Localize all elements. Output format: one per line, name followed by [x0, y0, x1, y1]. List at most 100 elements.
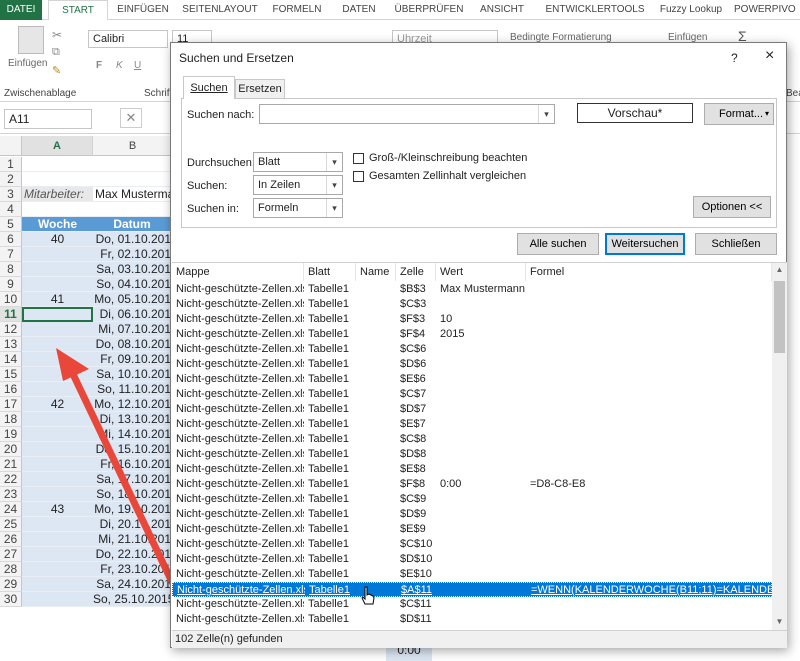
result-cell: $B$3 — [400, 283, 426, 295]
result-book: Nicht-geschützte-Zellen.xlsx — [176, 373, 304, 385]
scroll-up-icon[interactable]: ▲ — [772, 265, 787, 274]
result-cell: $D$10 — [400, 553, 433, 565]
result-sheet: Tabelle1 — [308, 418, 349, 430]
tab-replace[interactable]: Ersetzen — [235, 79, 285, 99]
result-cell: $C$7 — [400, 388, 427, 400]
result-row[interactable]: Nicht-geschützte-Zellen.xlsx Tabelle1 $F$8… — [172, 477, 772, 492]
result-cell: $C$6 — [400, 343, 427, 355]
tab-find[interactable]: Suchen — [183, 76, 235, 99]
results-scrollbar[interactable]: ▲ ▼ — [772, 263, 787, 630]
dialog-title: Suchen und Ersetzen — [179, 51, 294, 65]
result-cell: $C$11 — [400, 598, 432, 610]
result-sheet: Tabelle1 — [308, 373, 349, 385]
result-row[interactable]: Nicht-geschützte-Zellen.xlsx Tabelle1 $D$9 — [172, 507, 772, 522]
result-sheet: Tabelle1 — [308, 463, 349, 475]
result-sheet: Tabelle1 — [308, 388, 349, 400]
result-row[interactable]: Nicht-geschützte-Zellen.xlsx Tabelle1 $D$1… — [172, 612, 772, 627]
result-row[interactable]: Nicht-geschützte-Zellen.xlsx Tabelle1 $F$4… — [172, 327, 772, 342]
chevron-down-icon[interactable]: ▾ — [326, 199, 342, 217]
result-row[interactable]: Nicht-geschützte-Zellen.xlsx Tabelle1 $E$1… — [172, 567, 772, 582]
result-sheet: Tabelle1 — [308, 328, 349, 340]
options-button[interactable]: Optionen << — [693, 196, 771, 218]
result-row[interactable]: Nicht-geschützte-Zellen.xlsx Tabelle1 $C$1… — [172, 537, 772, 552]
result-value: Max Mustermann — [440, 283, 525, 295]
find-replace-dialog: Suchen und Ersetzen ? × Suchen Ersetzen … — [170, 42, 787, 648]
result-cell: $D$11 — [400, 613, 432, 625]
scroll-down-icon[interactable]: ▼ — [772, 617, 787, 626]
result-book: Nicht-geschützte-Zellen.xlsx — [176, 343, 304, 355]
within-label: Durchsuchen: — [187, 157, 255, 169]
result-book: Nicht-geschützte-Zellen.xlsx — [176, 403, 304, 415]
result-sheet: Tabelle1 — [308, 283, 349, 295]
result-value: 10 — [440, 313, 453, 325]
result-row[interactable]: Nicht-geschützte-Zellen.xlsx Tabelle1 $D$8 — [172, 447, 772, 462]
result-row[interactable]: Nicht-geschützte-Zellen.xlsx Tabelle1 $E$9 — [172, 522, 772, 537]
chevron-down-icon[interactable]: ▾ — [326, 176, 342, 194]
result-row[interactable]: Nicht-geschützte-Zellen.xlsx Tabelle1 $C$9 — [172, 492, 772, 507]
result-row[interactable]: Nicht-geschützte-Zellen.xlsx Tabelle1 $F$3… — [172, 312, 772, 327]
within-select[interactable]: Blatt ▾ — [253, 152, 343, 172]
col-header-cell[interactable]: Zelle — [396, 263, 436, 281]
result-cell: $D$7 — [400, 403, 427, 415]
result-row[interactable]: Nicht-geschützte-Zellen.xlsx Tabelle1 $D$7 — [172, 402, 772, 417]
match-entire-label: Gesamten Zellinhalt vergleichen — [369, 170, 527, 182]
help-icon[interactable]: ? — [731, 51, 738, 65]
result-book: Nicht-geschützte-Zellen.xlsx — [176, 298, 304, 310]
result-sheet: Tabelle1 — [308, 523, 349, 535]
result-row[interactable]: Nicht-geschützte-Zellen.xlsx Tabelle1 $E$6 — [172, 372, 772, 387]
format-button[interactable]: Format... ▾ — [704, 103, 774, 125]
match-case-checkbox[interactable] — [353, 153, 364, 164]
close-button[interactable]: Schließen — [695, 233, 777, 255]
result-book: Nicht-geschützte-Zellen.xlsx — [176, 418, 304, 430]
result-book: Nicht-geschützte-Zellen.xlsx — [176, 328, 304, 340]
result-row[interactable]: Nicht-geschützte-Zellen.xlsx Tabelle1 $C$6 — [172, 342, 772, 357]
result-value: 2015 — [440, 328, 465, 340]
find-next-button[interactable]: Weitersuchen — [605, 233, 685, 255]
result-book: Nicht-geschützte-Zellen.xlsx — [176, 433, 304, 445]
result-cell: $F$8 — [400, 478, 426, 490]
result-cell: $E$6 — [400, 373, 426, 385]
col-header-name[interactable]: Name — [356, 263, 396, 281]
match-entire-checkbox[interactable] — [353, 171, 364, 182]
chevron-down-icon[interactable]: ▾ — [326, 153, 342, 171]
result-book: Nicht-geschützte-Zellen.xlsx — [177, 584, 305, 596]
result-cell: $E$9 — [400, 523, 426, 535]
close-icon[interactable]: × — [765, 47, 774, 65]
result-row[interactable]: Nicht-geschützte-Zellen.xlsx Tabelle1 $E$8 — [172, 462, 772, 477]
result-value: 0:00 — [440, 478, 462, 490]
col-header-sheet[interactable]: Blatt — [304, 263, 356, 281]
look-in-select[interactable]: Formeln ▾ — [253, 198, 343, 218]
result-sheet: Tabelle1 — [308, 433, 349, 445]
result-book: Nicht-geschützte-Zellen.xlsx — [176, 388, 304, 400]
chevron-down-icon[interactable]: ▾ — [538, 105, 554, 123]
result-sheet: Tabelle1 — [308, 508, 349, 520]
result-row[interactable]: Nicht-geschützte-Zellen.xlsx Tabelle1 $D$1… — [172, 552, 772, 567]
result-sheet: Tabelle1 — [308, 553, 349, 565]
result-sheet: Tabelle1 — [308, 538, 349, 550]
result-row[interactable]: Nicht-geschützte-Zellen.xlsx Tabelle1 $C$8 — [172, 432, 772, 447]
result-row[interactable]: Nicht-geschützte-Zellen.xlsx Tabelle1 $C$1… — [172, 597, 772, 612]
result-row[interactable]: Nicht-geschützte-Zellen.xlsx Tabelle1 $E$7 — [172, 417, 772, 432]
col-header-book[interactable]: Mappe — [172, 263, 304, 281]
result-book: Nicht-geschützte-Zellen.xlsx — [176, 538, 304, 550]
result-row[interactable]: Nicht-geschützte-Zellen.xlsx Tabelle1 $C$3 — [172, 297, 772, 312]
find-what-input[interactable]: ▾ — [259, 104, 555, 124]
result-row[interactable]: Nicht-geschützte-Zellen.xlsx Tabelle1 $B$3… — [172, 282, 772, 297]
col-header-formula[interactable]: Formel — [526, 263, 772, 281]
result-row[interactable]: Nicht-geschützte-Zellen.xlsx Tabelle1 $D$6 — [172, 357, 772, 372]
col-header-value[interactable]: Wert — [436, 263, 526, 281]
result-sheet: Tabelle1 — [308, 613, 349, 625]
search-order-select[interactable]: In Zeilen ▾ — [253, 175, 343, 195]
result-book: Nicht-geschützte-Zellen.xlsx — [176, 313, 304, 325]
result-sheet: Tabelle1 — [308, 493, 349, 505]
result-book: Nicht-geschützte-Zellen.xlsx — [176, 358, 304, 370]
result-book: Nicht-geschützte-Zellen.xlsx — [176, 508, 304, 520]
find-all-button[interactable]: Alle suchen — [517, 233, 599, 255]
result-row[interactable]: Nicht-geschützte-Zellen.xlsx Tabelle1 $C$7 — [172, 387, 772, 402]
result-row-selected[interactable]: Nicht-geschützte-Zellen.xlsx Tabelle1 $A$1… — [172, 582, 772, 597]
match-case-label: Groß-/Kleinschreibung beachten — [369, 152, 528, 164]
result-cell: $C$8 — [400, 433, 427, 445]
scrollbar-thumb[interactable] — [774, 281, 785, 353]
result-book: Nicht-geschützte-Zellen.xlsx — [176, 478, 304, 490]
results-list[interactable]: Mappe Blatt Name Zelle Wert Formel Nicht… — [172, 262, 787, 630]
